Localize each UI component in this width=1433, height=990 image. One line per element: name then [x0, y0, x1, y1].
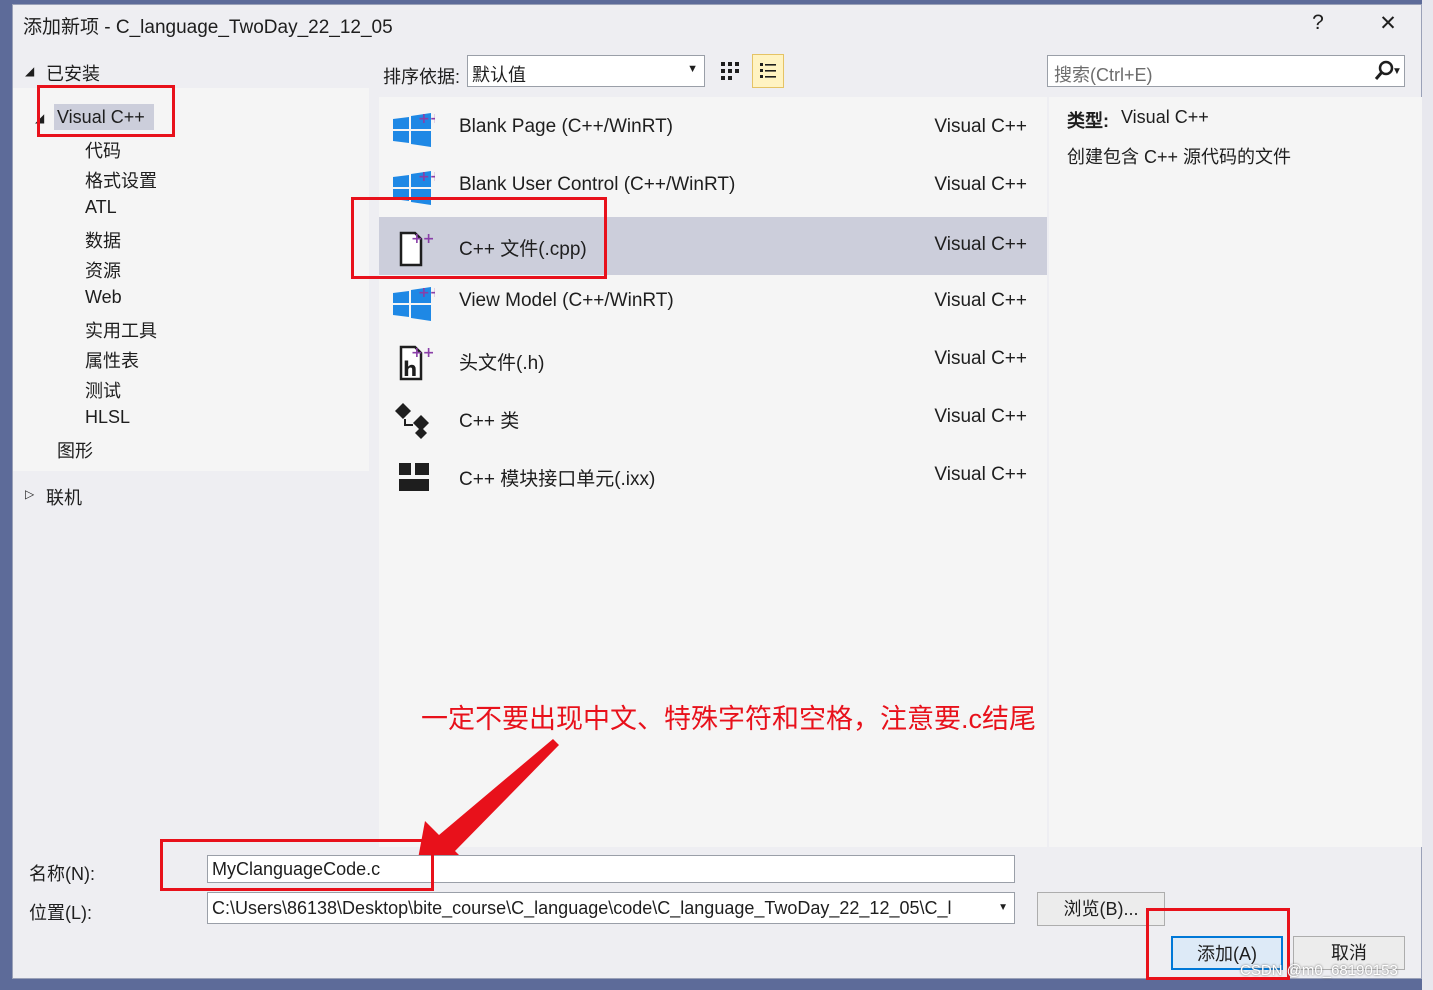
- windows-plus-icon: ++: [391, 111, 441, 149]
- tree-item-web[interactable]: Web: [85, 287, 122, 308]
- help-button[interactable]: ?: [1303, 11, 1333, 37]
- location-dropdown[interactable]: C:\Users\86138\Desktop\bite_course\C_lan…: [207, 892, 1015, 924]
- highlight-box-cpp-file: [351, 197, 607, 279]
- sort-label: 排序依据:: [383, 67, 461, 87]
- svg-text:++: ++: [418, 285, 435, 301]
- template-type: Visual C++: [934, 348, 1027, 369]
- windows-plus-icon: ++: [391, 285, 441, 323]
- collapse-triangle-icon[interactable]: ◢: [25, 64, 34, 78]
- close-button[interactable]: ✕: [1373, 11, 1403, 37]
- details-description: 创建包含 C++ 源代码的文件: [1067, 147, 1292, 167]
- list-view-icon[interactable]: [752, 54, 784, 88]
- template-row-view-model[interactable]: ++ View Model (C++/WinRT) Visual C++: [379, 273, 1047, 331]
- location-label: 位置(L):: [29, 903, 92, 923]
- template-type: Visual C++: [934, 464, 1027, 485]
- annotation-text: 一定不要出现中文、特殊字符和空格，注意要.c结尾: [421, 704, 1037, 734]
- search-box[interactable]: 搜索(Ctrl+E) ▼: [1047, 55, 1405, 87]
- template-name: Blank Page (C++/WinRT): [459, 116, 674, 137]
- class-icon: [391, 401, 435, 439]
- tree-item-code[interactable]: 代码: [85, 137, 121, 163]
- name-label: 名称(N):: [29, 864, 95, 884]
- tree-item-hlsl[interactable]: HLSL: [85, 407, 130, 428]
- svg-text:++: ++: [411, 345, 434, 361]
- template-row-module-unit[interactable]: C++ 模块接口单元(.ixx) Visual C++: [379, 447, 1047, 505]
- highlight-box-name: [160, 839, 434, 891]
- title-bar: 添加新项 - C_language_TwoDay_22_12_05 ? ✕: [13, 5, 1423, 43]
- template-name: C++ 模块接口单元(.ixx): [459, 469, 656, 490]
- chevron-down-icon: ▼: [687, 63, 698, 75]
- template-type: Visual C++: [934, 174, 1027, 195]
- tree-item-test[interactable]: 测试: [85, 377, 121, 403]
- location-value: C:\Users\86138\Desktop\bite_course\C_lan…: [212, 898, 952, 918]
- add-new-item-dialog: 添加新项 - C_language_TwoDay_22_12_05 ? ✕ ◢ …: [12, 4, 1423, 980]
- watermark: CSDN @m0_68190153: [1240, 962, 1398, 979]
- search-placeholder: 搜索(Ctrl+E): [1054, 65, 1153, 85]
- template-row-cpp-class[interactable]: C++ 类 Visual C++: [379, 389, 1047, 447]
- tree-item-property-sheets[interactable]: 属性表: [85, 347, 139, 373]
- chevron-down-icon: ▼: [998, 902, 1008, 913]
- details-type-value: Visual C++: [1121, 107, 1209, 127]
- template-name: C++ 类: [459, 411, 520, 432]
- tree-installed[interactable]: 已安装: [46, 60, 100, 86]
- template-name: Blank User Control (C++/WinRT): [459, 174, 736, 195]
- template-type: Visual C++: [934, 290, 1027, 311]
- tree-item-resources[interactable]: 资源: [85, 257, 121, 283]
- template-type: Visual C++: [934, 406, 1027, 427]
- tree-item-utilities[interactable]: 实用工具: [85, 317, 157, 343]
- template-name: View Model (C++/WinRT): [459, 290, 674, 311]
- tree-item-formatting[interactable]: 格式设置: [85, 167, 157, 193]
- sort-dropdown-value: 默认值: [472, 65, 526, 85]
- template-row-blank-page[interactable]: ++ Blank Page (C++/WinRT) Visual C++: [379, 99, 1047, 157]
- window-title: 添加新项 - C_language_TwoDay_22_12_05: [23, 17, 393, 38]
- svg-text:++: ++: [418, 111, 435, 127]
- tree-online[interactable]: 联机: [46, 484, 82, 510]
- svg-text:++: ++: [418, 169, 435, 185]
- details-type-label: 类型:: [1067, 111, 1109, 131]
- tree-item-graphics[interactable]: 图形: [57, 437, 93, 463]
- search-options-chevron-icon[interactable]: ▼: [1392, 66, 1402, 77]
- template-name: 头文件(.h): [459, 353, 545, 374]
- template-row-header-file[interactable]: h ++ 头文件(.h) Visual C++: [379, 331, 1047, 389]
- tree-item-data[interactable]: 数据: [85, 227, 121, 253]
- tree-item-atl[interactable]: ATL: [85, 197, 117, 218]
- category-tree: [13, 88, 369, 471]
- sort-dropdown[interactable]: 默认值 ▼: [467, 55, 705, 87]
- details-panel: 类型: Visual C++ 创建包含 C++ 源代码的文件: [1049, 97, 1423, 847]
- expand-triangle-icon[interactable]: ▷: [25, 487, 34, 501]
- template-type: Visual C++: [934, 234, 1027, 255]
- highlight-box-visual-cpp: [37, 85, 175, 137]
- template-type: Visual C++: [934, 116, 1027, 137]
- small-icons-view-icon[interactable]: [719, 59, 743, 85]
- module-icon: [391, 459, 435, 497]
- background-window-edge: [1422, 0, 1433, 990]
- header-file-icon: h ++: [391, 343, 435, 381]
